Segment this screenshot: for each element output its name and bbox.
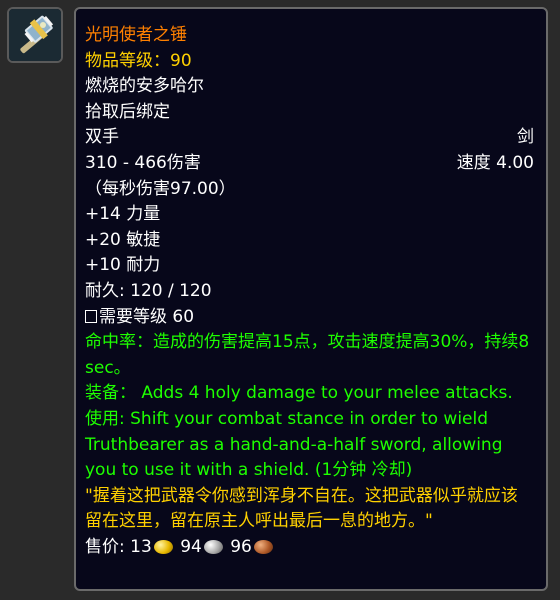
equip-effect: 装备： Adds 4 holy damage to your melee att… — [85, 383, 513, 404]
sell-silver: 94 — [180, 536, 202, 557]
copper-coin-icon — [253, 539, 273, 554]
item-name: 光明使者之锤 — [85, 25, 187, 45]
sell-gold: 13 — [130, 536, 152, 557]
checkbox-icon — [85, 309, 97, 323]
silver-coin-icon — [203, 539, 223, 554]
item-damage: 310 - 466伤害 — [85, 152, 201, 173]
gold-coin-icon — [153, 539, 173, 554]
item-slot: 双手 — [85, 127, 119, 148]
sell-label: 售价: — [85, 536, 125, 557]
item-requirement: 需要等级 60 — [99, 306, 195, 327]
sell-price-row: 售价: 13 94 96 — [85, 535, 534, 561]
stat-stamina: +10 耐力 — [85, 255, 161, 276]
sell-copper: 96 — [230, 536, 252, 557]
item-tooltip: 光明使者之锤 物品等级：90 燃烧的安多哈尔 拾取后绑定 双手 剑 310 - … — [74, 7, 548, 591]
item-type: 剑 — [517, 127, 534, 148]
flavor-text: "握着这把武器令你感到浑身不自在。这把武器似乎就应该留在这里，留在原主人呼出最后… — [85, 485, 518, 532]
damage-speed-row: 310 - 466伤害 速度 4.00 — [85, 151, 534, 177]
hit-effect: 命中率：造成的伤害提高15点，攻击速度提高30%，持续8 sec。 — [85, 332, 530, 378]
stat-agility: +20 敏捷 — [85, 229, 161, 250]
item-source: 燃烧的安多哈尔 — [85, 76, 204, 97]
hammer-icon — [9, 9, 61, 61]
use-effect: 使用: Shift your combat stance in order to… — [85, 408, 503, 481]
stat-strength: +14 力量 — [85, 204, 161, 225]
item-binding: 拾取后绑定 — [85, 101, 170, 122]
slot-type-row: 双手 剑 — [85, 125, 534, 151]
item-dps: （每秒伤害97.00） — [85, 178, 236, 199]
item-requirement-row: 需要等级 60 — [85, 305, 534, 331]
item-icon-frame — [7, 7, 63, 63]
item-durability: 耐久: 120 / 120 — [85, 280, 212, 301]
item-speed: 速度 4.00 — [456, 152, 534, 173]
item-level: 物品等级：90 — [85, 50, 192, 71]
